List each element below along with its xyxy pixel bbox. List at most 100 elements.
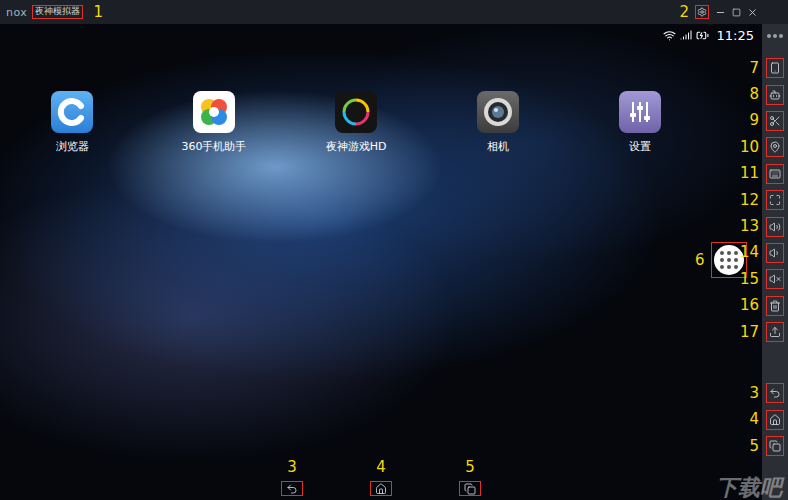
app-name: 浏览器 [56, 139, 89, 154]
annotation-marker: 14 [740, 245, 759, 260]
annotation-marker: 16 [740, 298, 759, 313]
sidebar-tool-button[interactable] [766, 58, 784, 78]
app-name: 夜神游戏HD [326, 139, 387, 154]
back-icon [769, 387, 781, 399]
dots-icon [714, 245, 744, 275]
annotation-marker: 2 [679, 5, 689, 20]
window-title: 夜神模拟器 [32, 5, 83, 19]
app-shortcut[interactable]: 浏览器 [1, 91, 143, 154]
sidebar-tool-button[interactable] [766, 111, 784, 131]
floating-menu: 6 [695, 242, 747, 278]
app-name: 360手机助手 [182, 139, 247, 154]
nav-button[interactable] [370, 481, 392, 496]
recent-apps-icon [464, 483, 476, 495]
logo: nox [6, 6, 27, 19]
nav-button[interactable] [459, 481, 481, 496]
nav-item: 3 [281, 460, 303, 496]
home-icon [769, 414, 781, 426]
app-shortcut[interactable]: 设置 [569, 91, 711, 154]
back-icon [286, 483, 298, 495]
annotation-marker: 13 [740, 219, 759, 234]
app-store-icon [197, 95, 231, 129]
app-shortcut[interactable]: 360手机助手 [143, 91, 285, 154]
home-icon [375, 483, 387, 495]
sidebar-annotations: 7 8 9 10 11 12 13 14 15 16 17 3 4 5 [739, 24, 759, 459]
annotation-marker: 4 [376, 460, 386, 475]
nav-item: 5 [459, 460, 481, 496]
navigation-bar: 3 4 5 [0, 460, 762, 500]
annotation-marker: 1 [93, 5, 103, 20]
game-center-icon [340, 96, 372, 128]
robot-icon [769, 89, 781, 101]
title-bar: nox 夜神模拟器 1 2 [0, 0, 788, 24]
tool-sidebar [762, 24, 788, 500]
sidebar-tool-button[interactable] [766, 269, 784, 289]
annotation-marker: 4 [749, 412, 759, 427]
battery-icon [696, 29, 709, 42]
settings-sliders-icon [625, 97, 655, 127]
recent-apps-icon [769, 440, 781, 452]
sidebar-nav-button[interactable] [766, 436, 784, 456]
phone-icon [769, 62, 781, 74]
minimize-icon[interactable] [715, 7, 726, 18]
annotation-marker: 5 [749, 439, 759, 454]
annotation-marker: 9 [749, 113, 759, 128]
nav-item: 4 [370, 460, 392, 496]
annotation-marker: 8 [749, 87, 759, 102]
annotation-marker: 17 [740, 325, 759, 340]
app-icon [51, 91, 93, 133]
app-icon [477, 91, 519, 133]
annotation-marker: 15 [740, 272, 759, 287]
app-icon [193, 91, 235, 133]
volume-down-icon [769, 247, 781, 259]
sidebar-tool-button[interactable] [766, 243, 784, 263]
app-shortcut[interactable]: 相机 [427, 91, 569, 154]
settings-button[interactable] [695, 5, 709, 19]
annotation-marker: 10 [740, 140, 759, 155]
annotation-marker: 11 [740, 166, 759, 181]
mute-icon [769, 273, 781, 285]
app-shortcut[interactable]: 夜神游戏HD [285, 91, 427, 154]
close-icon[interactable] [747, 7, 758, 18]
sidebar-tool-button[interactable] [766, 190, 784, 210]
app-name: 相机 [487, 139, 509, 154]
app-icon [619, 91, 661, 133]
annotation-marker: 3 [749, 386, 759, 401]
sidebar-nav-button[interactable] [766, 383, 784, 403]
sidebar-tool-button[interactable] [766, 322, 784, 342]
signal-icon [680, 29, 692, 41]
android-screen: 11:25 浏览器 360手机助手 夜神游戏HD 相机 设置 3 4 5 6 7 8 9 10 11 12 13… [0, 24, 762, 500]
sidebar-tool-button[interactable] [766, 217, 784, 237]
location-icon [769, 141, 781, 153]
clock: 11:25 [717, 28, 754, 43]
sidebar-tool-button[interactable] [766, 85, 784, 105]
camera-icon [481, 95, 515, 129]
app-icon [335, 91, 377, 133]
gear-icon [697, 7, 707, 17]
app-grid: 浏览器 360手机助手 夜神游戏HD 相机 设置 [0, 91, 762, 154]
annotation-marker: 5 [465, 460, 475, 475]
annotation-marker: 7 [749, 61, 759, 76]
keyboard-icon [769, 168, 781, 180]
sidebar-tool-button[interactable] [766, 296, 784, 316]
volume-up-icon [769, 221, 781, 233]
window-controls: 2 [679, 5, 758, 20]
emulator-window: nox夜神模拟器1211:25浏览器360手机助手夜神游戏HD相机设置34567… [0, 0, 788, 500]
nav-button[interactable] [281, 481, 303, 496]
sidebar-tool-button[interactable] [766, 164, 784, 184]
app-name: 设置 [629, 139, 651, 154]
maximize-icon[interactable] [732, 8, 741, 17]
annotation-marker: 3 [287, 460, 297, 475]
more-icon[interactable] [767, 34, 783, 38]
upload-icon [769, 326, 781, 338]
status-bar: 11:25 [0, 24, 762, 46]
browser-icon [57, 97, 87, 127]
trash-icon [769, 300, 781, 312]
wifi-icon [663, 29, 676, 42]
fullscreen-icon [769, 194, 781, 206]
sidebar-tool-button[interactable] [766, 137, 784, 157]
annotation-marker: 12 [740, 193, 759, 208]
annotation-marker: 6 [695, 253, 705, 268]
sidebar-nav-button[interactable] [766, 410, 784, 430]
watermark: 下载吧 [716, 476, 782, 500]
